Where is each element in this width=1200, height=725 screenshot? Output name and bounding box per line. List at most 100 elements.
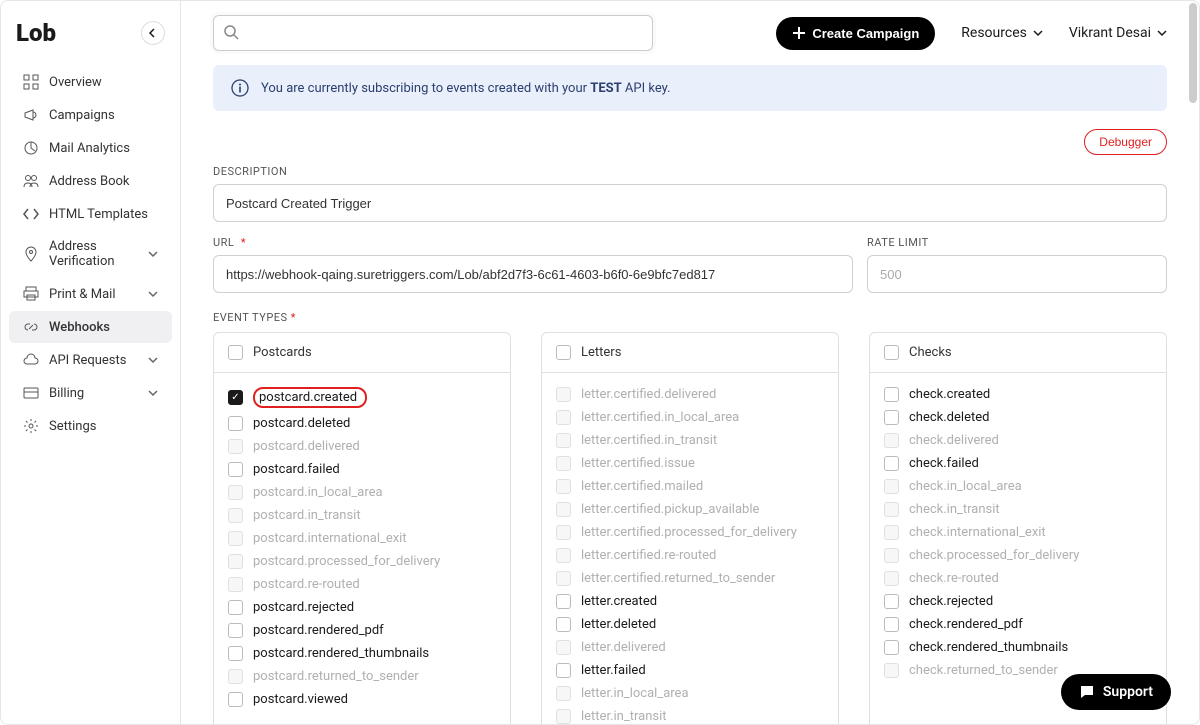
- analytics-icon: [23, 140, 39, 156]
- event-group-header[interactable]: Postcards: [214, 333, 510, 373]
- event-item: letter.certified.issue: [556, 452, 824, 475]
- event-item-label: check.delivered: [909, 433, 999, 448]
- checkbox: [884, 571, 899, 586]
- event-item[interactable]: check.created: [884, 383, 1152, 406]
- checkbox[interactable]: [884, 387, 899, 402]
- create-campaign-button[interactable]: Create Campaign: [776, 17, 935, 50]
- scrollbar[interactable]: [1189, 3, 1197, 103]
- search-input[interactable]: [213, 15, 653, 51]
- checkbox[interactable]: [556, 617, 571, 632]
- checkbox[interactable]: [884, 410, 899, 425]
- event-item[interactable]: check.rendered_pdf: [884, 613, 1152, 636]
- checkbox[interactable]: [228, 600, 243, 615]
- event-item[interactable]: postcard.viewed: [228, 688, 496, 711]
- event-group-header[interactable]: Checks: [870, 333, 1166, 373]
- event-item-label: check.in_transit: [909, 502, 1000, 517]
- event-item-label: check.in_local_area: [909, 479, 1022, 494]
- sidebar-item-webhooks[interactable]: Webhooks: [9, 311, 172, 343]
- event-item-label: check.failed: [909, 456, 979, 471]
- event-item[interactable]: postcard.failed: [228, 458, 496, 481]
- event-item[interactable]: check.deleted: [884, 406, 1152, 429]
- event-item-label: letter.in_transit: [581, 709, 667, 724]
- event-item-label: letter.certified.re-routed: [581, 548, 716, 563]
- event-item-label: postcard.failed: [253, 462, 340, 477]
- description-field: DESCRIPTION: [213, 165, 1167, 222]
- brand-logo: Lob: [16, 19, 56, 47]
- url-input[interactable]: [213, 255, 853, 293]
- resources-menu[interactable]: Resources: [961, 25, 1043, 41]
- sidebar-item-address-book[interactable]: Address Book: [9, 165, 172, 197]
- event-item-label: check.rendered_thumbnails: [909, 640, 1068, 655]
- event-col-postcards: Postcards ✓ postcard.created postcard.dele…: [213, 332, 511, 724]
- checkbox: [556, 525, 571, 540]
- event-item: letter.certified.mailed: [556, 475, 824, 498]
- checkbox[interactable]: [884, 617, 899, 632]
- event-item: letter.certified.pickup_available: [556, 498, 824, 521]
- checkbox[interactable]: [884, 640, 899, 655]
- event-item: letter.certified.delivered: [556, 383, 824, 406]
- sidebar-item-print-mail[interactable]: Print & Mail: [9, 278, 172, 310]
- checkbox: [884, 502, 899, 517]
- event-item: check.international_exit: [884, 521, 1152, 544]
- checkbox: [556, 387, 571, 402]
- checkbox: [556, 433, 571, 448]
- event-item[interactable]: postcard.rendered_pdf: [228, 619, 496, 642]
- event-item[interactable]: postcard.deleted: [228, 412, 496, 435]
- sidebar-item-label: Address Book: [49, 174, 129, 189]
- event-item[interactable]: postcard.rendered_thumbnails: [228, 642, 496, 665]
- checkbox[interactable]: [884, 345, 899, 360]
- sidebar-item-label: Billing: [49, 386, 84, 401]
- event-item[interactable]: ✓ postcard.created: [228, 383, 496, 412]
- event-item-label: postcard.processed_for_delivery: [253, 554, 440, 569]
- sidebar-item-billing[interactable]: Billing: [9, 377, 172, 409]
- checkbox[interactable]: [228, 345, 243, 360]
- event-item-label: postcard.in_local_area: [253, 485, 383, 500]
- chevron-down-icon: [1157, 28, 1167, 38]
- event-group-header[interactable]: Letters: [542, 333, 838, 373]
- event-item: postcard.in_local_area: [228, 481, 496, 504]
- event-item[interactable]: check.rejected: [884, 590, 1152, 613]
- collapse-sidebar-button[interactable]: [141, 21, 165, 45]
- event-item-label: letter.certified.issue: [581, 456, 695, 471]
- sidebar-item-label: API Requests: [49, 353, 126, 368]
- checkbox[interactable]: [228, 623, 243, 638]
- checkbox[interactable]: [228, 416, 243, 431]
- debugger-button[interactable]: Debugger: [1084, 129, 1167, 155]
- sidebar-item-label: Mail Analytics: [49, 141, 130, 156]
- sidebar-item-settings[interactable]: Settings: [9, 410, 172, 442]
- highlighted-event: postcard.created: [253, 387, 367, 408]
- support-button[interactable]: Support: [1061, 674, 1171, 710]
- event-item[interactable]: letter.deleted: [556, 613, 824, 636]
- checkbox[interactable]: [228, 692, 243, 707]
- checkbox[interactable]: [556, 594, 571, 609]
- description-input[interactable]: [213, 184, 1167, 222]
- rate-limit-input[interactable]: [867, 255, 1167, 293]
- checkbox[interactable]: [228, 646, 243, 661]
- sidebar-item-mail-analytics[interactable]: Mail Analytics: [9, 132, 172, 164]
- search-wrap: [213, 15, 653, 51]
- event-item[interactable]: check.rendered_thumbnails: [884, 636, 1152, 659]
- event-item: postcard.re-routed: [228, 573, 496, 596]
- sidebar-item-address-verification[interactable]: Address Verification: [9, 231, 172, 277]
- event-item[interactable]: check.failed: [884, 452, 1152, 475]
- event-types-section: EVENT TYPES * Postcards ✓postcard.create…: [213, 311, 1167, 724]
- checkbox[interactable]: [556, 345, 571, 360]
- rate-limit-label: Rate Limit: [867, 236, 1167, 249]
- sidebar-item-api-requests[interactable]: API Requests: [9, 344, 172, 376]
- checkbox[interactable]: [228, 462, 243, 477]
- sidebar-item-overview[interactable]: Overview: [9, 66, 172, 98]
- event-item: letter.certified.re-routed: [556, 544, 824, 567]
- event-item[interactable]: letter.failed: [556, 659, 824, 682]
- event-item[interactable]: letter.created: [556, 590, 824, 613]
- checkbox[interactable]: [884, 594, 899, 609]
- checkbox[interactable]: [556, 663, 571, 678]
- user-menu[interactable]: Vikrant Desai: [1069, 25, 1167, 41]
- event-item[interactable]: postcard.rejected: [228, 596, 496, 619]
- event-col-checks: Checks check.createdcheck.deleted check.d…: [869, 332, 1167, 724]
- sidebar-item-campaigns[interactable]: Campaigns: [9, 99, 172, 131]
- checkbox[interactable]: ✓: [228, 390, 243, 405]
- event-col-letters: Letters letter.certified.delivered letter…: [541, 332, 839, 724]
- checkbox[interactable]: [884, 456, 899, 471]
- card-icon: [23, 385, 39, 401]
- sidebar-item-html-templates[interactable]: HTML Templates: [9, 198, 172, 230]
